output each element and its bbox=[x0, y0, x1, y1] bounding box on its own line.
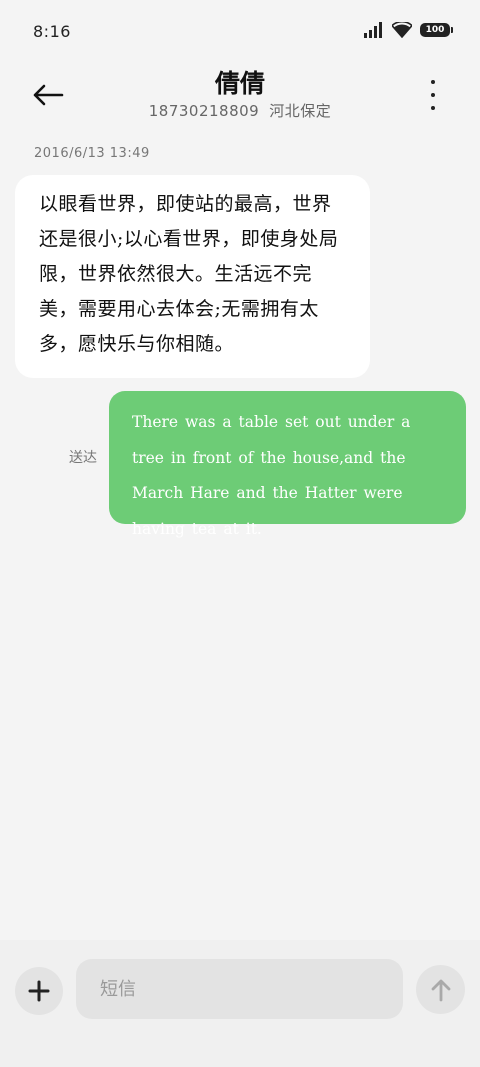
contact-location: 河北保定 bbox=[269, 102, 332, 120]
conversation-header: 倩倩 18730218809 河北保定 bbox=[0, 60, 480, 130]
more-options-button[interactable] bbox=[420, 80, 446, 110]
sent-message-text: There was a table set out under a tree i… bbox=[132, 413, 411, 538]
message-timestamp: 2016/6/13 13:49 bbox=[34, 146, 150, 161]
received-message-text: 以眼看世界，即使站的最高，世界还是很小;以心看世界，即使身处局限，世界依然很大。… bbox=[39, 193, 339, 355]
compose-bar bbox=[0, 940, 480, 1067]
send-arrow-icon bbox=[431, 979, 450, 1001]
received-message-bubble[interactable]: 以眼看世界，即使站的最高，世界还是很小;以心看世界，即使身处局限，世界依然很大。… bbox=[15, 175, 370, 378]
battery-icon: 100 bbox=[420, 23, 453, 37]
plus-icon bbox=[28, 980, 50, 1002]
status-bar: 8:16 100 bbox=[0, 0, 480, 64]
more-vertical-icon bbox=[431, 80, 435, 84]
contact-phone-number: 18730218809 bbox=[148, 102, 260, 120]
contact-details: 18730218809 河北保定 bbox=[0, 100, 480, 121]
status-time: 8:16 bbox=[33, 22, 71, 41]
status-icons: 100 bbox=[364, 22, 453, 38]
contact-name: 倩倩 bbox=[214, 69, 265, 98]
signal-icon bbox=[364, 22, 382, 38]
sent-message-bubble[interactable]: There was a table set out under a tree i… bbox=[109, 391, 466, 538]
delivery-status: 送达 bbox=[69, 450, 97, 466]
send-button[interactable] bbox=[416, 965, 465, 1014]
wifi-icon bbox=[392, 22, 412, 38]
add-attachment-button[interactable] bbox=[15, 967, 63, 1015]
message-input[interactable] bbox=[76, 959, 403, 1019]
messaging-screen: 8:16 100 倩倩 18730218809 河北保定 2016/6/13 1… bbox=[0, 0, 480, 1067]
